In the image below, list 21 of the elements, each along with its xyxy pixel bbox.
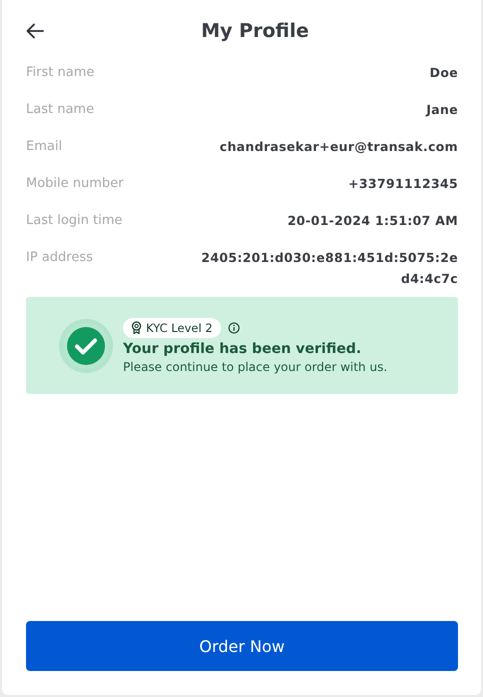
field-label: Mobile number xyxy=(26,175,124,193)
page-title: My Profile xyxy=(201,20,309,42)
field-label: Last name xyxy=(26,101,94,119)
field-value: 20-01-2024 1:51:07 AM xyxy=(287,212,458,230)
order-now-button[interactable]: Order Now xyxy=(26,621,458,671)
field-value: 2405:201:d030:e881:451d:5075:2ed4:4c7c xyxy=(200,249,458,288)
verified-message: Please continue to place your order with us. xyxy=(123,360,388,374)
field-label: Last login time xyxy=(26,212,122,230)
field-label: Email xyxy=(26,138,62,156)
kyc-level-badge: KYC Level 2 xyxy=(123,318,221,338)
check-circle-icon xyxy=(59,318,113,372)
field-label: First name xyxy=(26,64,94,82)
field-value: +33791112345 xyxy=(348,175,458,193)
field-value: chandrasekar+eur@transak.com xyxy=(220,138,458,156)
back-arrow-icon[interactable] xyxy=(26,23,44,39)
field-value: Doe xyxy=(430,64,458,82)
info-icon[interactable] xyxy=(228,322,240,334)
field-value: Jane xyxy=(426,101,458,119)
award-icon xyxy=(131,321,142,334)
verified-title: Your profile has been verified. xyxy=(123,340,362,356)
field-label: IP address xyxy=(26,249,93,267)
